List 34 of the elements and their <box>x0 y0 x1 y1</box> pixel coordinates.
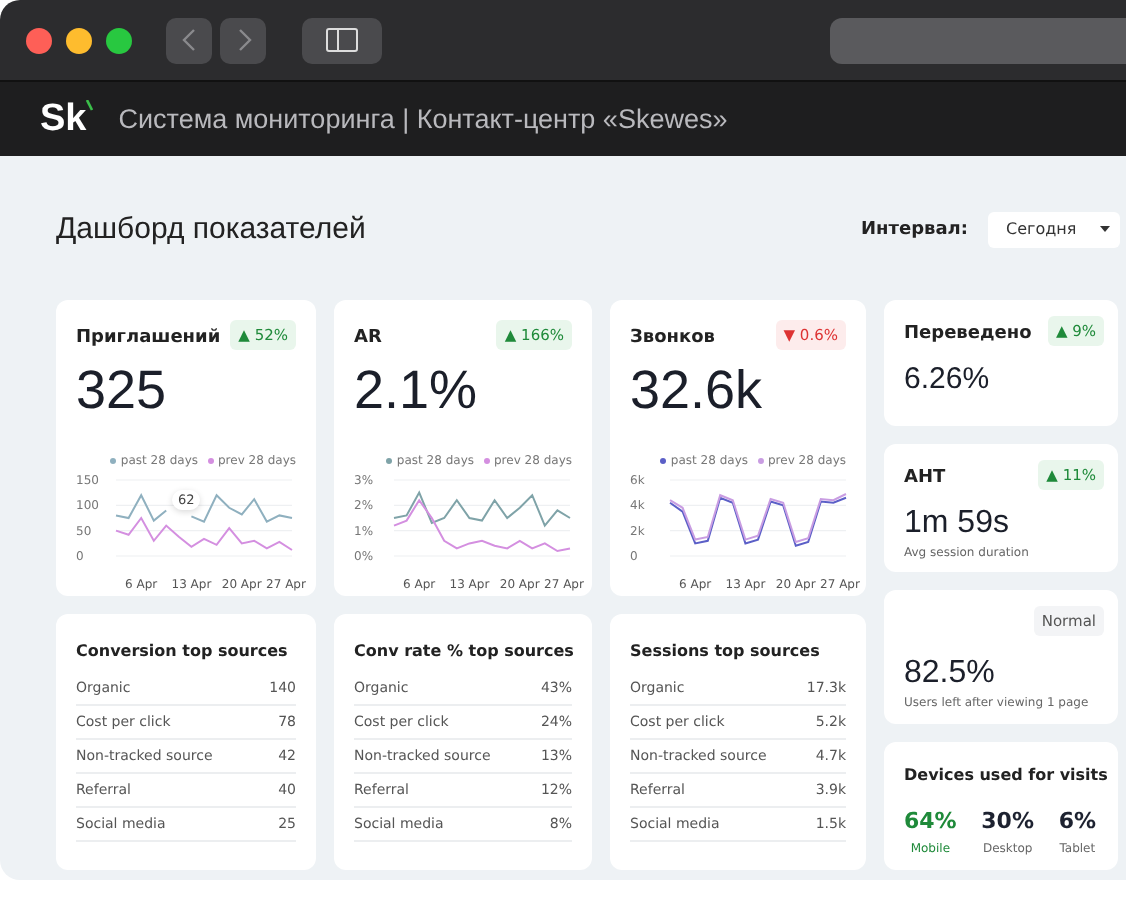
sidebar-icon <box>326 28 358 52</box>
page-title: Дашборд показателей <box>56 212 366 246</box>
card-title: AHT <box>904 467 946 488</box>
card-title: AR <box>354 328 382 348</box>
metric-value: 325 <box>76 360 169 422</box>
card-title: Devices used for visits <box>904 765 1104 783</box>
card-title: Переведено <box>904 324 1032 344</box>
maximize-icon[interactable] <box>106 27 132 53</box>
close-icon[interactable] <box>26 27 52 53</box>
card-title: Звонков <box>630 328 715 348</box>
card-title: Conversion top sources <box>76 642 290 660</box>
metric-value: 1m 59s <box>904 505 1011 542</box>
interval-select[interactable]: Сегодня <box>988 211 1120 247</box>
metric-value: 82.5% <box>904 656 997 693</box>
chevron-right-icon <box>235 28 251 52</box>
metric-value: 2.1% <box>354 360 480 422</box>
forward-button[interactable] <box>220 17 266 63</box>
sidebar-button[interactable] <box>302 17 382 63</box>
card-title: Conv rate % top sources <box>354 642 572 660</box>
minimize-icon[interactable] <box>66 27 92 53</box>
device-share: 30% <box>981 807 1034 833</box>
device-share: 64% <box>904 807 957 833</box>
logo: Sk <box>40 97 95 141</box>
back-button[interactable] <box>166 17 212 63</box>
chevron-left-icon <box>181 28 197 52</box>
caret-icon <box>1100 226 1110 232</box>
metric-value: 32.6k <box>630 360 765 422</box>
card-title: Sessions top sources <box>630 642 822 660</box>
app-title: Система мониторинга | Контакт-центр «Skewes» <box>118 104 728 134</box>
device-share: 6% <box>1058 807 1096 833</box>
interval-label: Интервал: <box>861 219 968 239</box>
tick-icon <box>86 99 95 111</box>
card-title: Приглашений <box>76 328 221 348</box>
metric-value: 6.26% <box>904 362 992 396</box>
